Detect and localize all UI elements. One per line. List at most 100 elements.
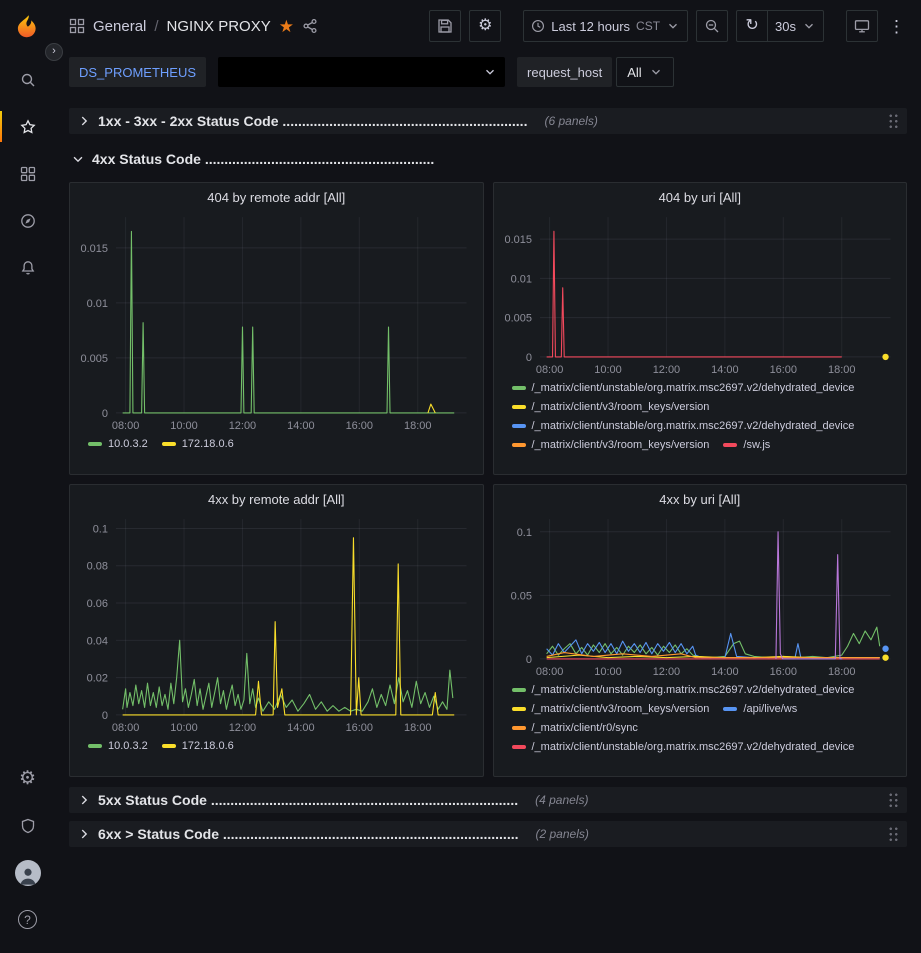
legend-series-label: /_matrix/client/unstable/org.matrix.msc2…	[532, 418, 855, 434]
legend-series-swatch	[162, 442, 176, 446]
legend-item[interactable]: /_matrix/client/unstable/org.matrix.msc2…	[512, 739, 855, 755]
panel-title[interactable]: 4xx by uri [All]	[494, 485, 907, 509]
svg-text:08:00: 08:00	[112, 420, 139, 432]
row-drag-handle-icon[interactable]	[888, 792, 899, 809]
chart-4xx-by-remote-addr[interactable]: 00.020.040.060.080.108:0010:0012:0014:00…	[70, 509, 483, 737]
save-dashboard-button[interactable]	[429, 10, 461, 42]
refresh-interval-dropdown[interactable]: 30s	[767, 10, 824, 42]
sidebar-item-server-admin[interactable]	[0, 802, 55, 849]
chart-404-by-remote-addr[interactable]: 00.0050.010.01508:0010:0012:0014:0016:00…	[70, 207, 483, 435]
tv-mode-button[interactable]	[846, 10, 878, 42]
panel-title[interactable]: 404 by uri [All]	[494, 183, 907, 207]
legend-item[interactable]: /_matrix/client/r0/sync	[512, 720, 638, 736]
chart-4xx-by-uri[interactable]: 00.050.108:0010:0012:0014:0016:0018:00	[494, 509, 907, 681]
datasource-variable-select[interactable]	[218, 57, 505, 87]
legend-series-label: /_matrix/client/r0/sync	[532, 720, 638, 736]
legend-series-label: /_matrix/client/v3/room_keys/version	[532, 437, 710, 453]
legend-item[interactable]: 172.18.0.6	[162, 436, 234, 452]
svg-text:18:00: 18:00	[828, 364, 855, 376]
sidebar-expand-button[interactable]: ›	[45, 43, 63, 61]
svg-text:0.1: 0.1	[93, 523, 108, 535]
row-1xx-3xx-2xx[interactable]: 1xx - 3xx - 2xx Status Code ............…	[69, 108, 907, 134]
more-options-button[interactable]: ⋮	[886, 10, 907, 42]
dashboard-title: NGINX PROXY	[167, 18, 271, 35]
legend: 10.0.3.2 172.18.0.6	[70, 435, 483, 458]
legend-item[interactable]: /_matrix/client/unstable/org.matrix.msc2…	[512, 682, 855, 698]
legend-item[interactable]: /_matrix/client/unstable/org.matrix.msc2…	[512, 380, 855, 396]
zoom-out-icon	[704, 18, 720, 34]
svg-text:0.05: 0.05	[510, 590, 531, 602]
chevron-down-icon	[649, 65, 663, 79]
sidebar-item-configuration[interactable]: ⚙	[0, 755, 55, 802]
legend-series-swatch	[512, 726, 526, 730]
legend-series-swatch	[512, 745, 526, 749]
legend-item[interactable]: /_matrix/client/v3/room_keys/version	[512, 399, 710, 415]
row-panel-count: (2 panels)	[536, 827, 589, 841]
legend-item[interactable]: 10.0.3.2	[88, 436, 148, 452]
refresh-button[interactable]: ↻	[736, 10, 768, 42]
legend-series-swatch	[512, 707, 526, 711]
sidebar-item-dashboards[interactable]	[0, 150, 55, 197]
zoom-out-button[interactable]	[696, 10, 728, 42]
legend-series-label: /sw.js	[743, 437, 770, 453]
panel-title[interactable]: 404 by remote addr [All]	[70, 183, 483, 207]
refresh-icon: ↻	[745, 18, 758, 34]
panel-4xx-by-uri: 4xx by uri [All] 00.050.108:0010:0012:00…	[493, 484, 908, 777]
sidebar-item-starred[interactable]	[0, 103, 55, 150]
monitor-icon	[854, 18, 870, 34]
dashboard-canvas: 1xx - 3xx - 2xx Status Code ............…	[55, 98, 921, 953]
chevron-down-icon	[483, 65, 497, 79]
legend-series-swatch	[88, 744, 102, 748]
favorite-star-icon[interactable]: ★	[279, 18, 294, 35]
panel-title[interactable]: 4xx by remote addr [All]	[70, 485, 483, 509]
legend-series-swatch	[162, 744, 176, 748]
share-icon[interactable]	[302, 18, 318, 34]
breadcrumb-folder[interactable]: General	[93, 18, 146, 35]
grafana-logo[interactable]	[0, 8, 55, 48]
sidebar-item-alerting[interactable]	[0, 244, 55, 291]
chevron-down-icon	[802, 19, 816, 33]
legend-item[interactable]: /_matrix/client/v3/room_keys/version	[512, 701, 710, 717]
sidebar: ⚙ ?	[0, 0, 55, 953]
request-host-label: request_host	[517, 57, 612, 87]
row-6xx[interactable]: 6xx > Status Code ......................…	[69, 821, 907, 847]
bell-icon	[20, 260, 36, 276]
legend-item[interactable]: /_matrix/client/v3/room_keys/version	[512, 437, 710, 453]
svg-text:12:00: 12:00	[652, 666, 679, 678]
legend-item[interactable]: /_matrix/client/unstable/org.matrix.msc2…	[512, 418, 855, 434]
sidebar-item-profile[interactable]	[0, 849, 55, 896]
dashboard-settings-button[interactable]: ⚙	[469, 10, 501, 42]
svg-text:08:00: 08:00	[112, 722, 139, 734]
row-drag-handle-icon[interactable]	[888, 826, 899, 843]
row-title: 1xx - 3xx - 2xx Status Code ............…	[98, 113, 527, 129]
breadcrumb-separator: /	[154, 18, 158, 35]
request-host-value: All	[627, 65, 641, 80]
svg-text:16:00: 16:00	[346, 420, 373, 432]
chevron-right-icon	[77, 827, 91, 841]
user-avatar	[15, 860, 41, 886]
time-range-picker[interactable]: Last 12 hours CST	[523, 10, 688, 42]
legend-series-swatch	[723, 443, 737, 447]
main-area: General / NGINX PROXY ★ ⚙	[55, 0, 921, 953]
request-host-variable: request_host All	[517, 57, 674, 87]
legend-series-label: 10.0.3.2	[108, 436, 148, 452]
request-host-select[interactable]: All	[616, 57, 673, 87]
legend-item[interactable]: 172.18.0.6	[162, 738, 234, 754]
legend-item[interactable]: /api/live/ws	[723, 701, 797, 717]
legend-series-label: /_matrix/client/unstable/org.matrix.msc2…	[532, 739, 855, 755]
legend-item[interactable]: 10.0.3.2	[88, 738, 148, 754]
legend-item[interactable]: /sw.js	[723, 437, 770, 453]
topbar: General / NGINX PROXY ★ ⚙	[55, 0, 921, 52]
sidebar-item-explore[interactable]	[0, 197, 55, 244]
row-5xx[interactable]: 5xx Status Code ........................…	[69, 787, 907, 813]
legend-series-label: /_matrix/client/v3/room_keys/version	[532, 399, 710, 415]
sidebar-item-help[interactable]: ?	[0, 896, 55, 943]
svg-text:0.005: 0.005	[81, 353, 108, 365]
sidebar-item-search[interactable]	[0, 56, 55, 103]
svg-text:08:00: 08:00	[535, 666, 562, 678]
chart-404-by-uri[interactable]: 00.0050.010.01508:0010:0012:0014:0016:00…	[494, 207, 907, 379]
svg-text:16:00: 16:00	[769, 666, 796, 678]
row-drag-handle-icon[interactable]	[888, 113, 899, 130]
row-4xx[interactable]: 4xx Status Code ........................…	[69, 146, 907, 172]
legend-series-label: /_matrix/client/v3/room_keys/version	[532, 701, 710, 717]
